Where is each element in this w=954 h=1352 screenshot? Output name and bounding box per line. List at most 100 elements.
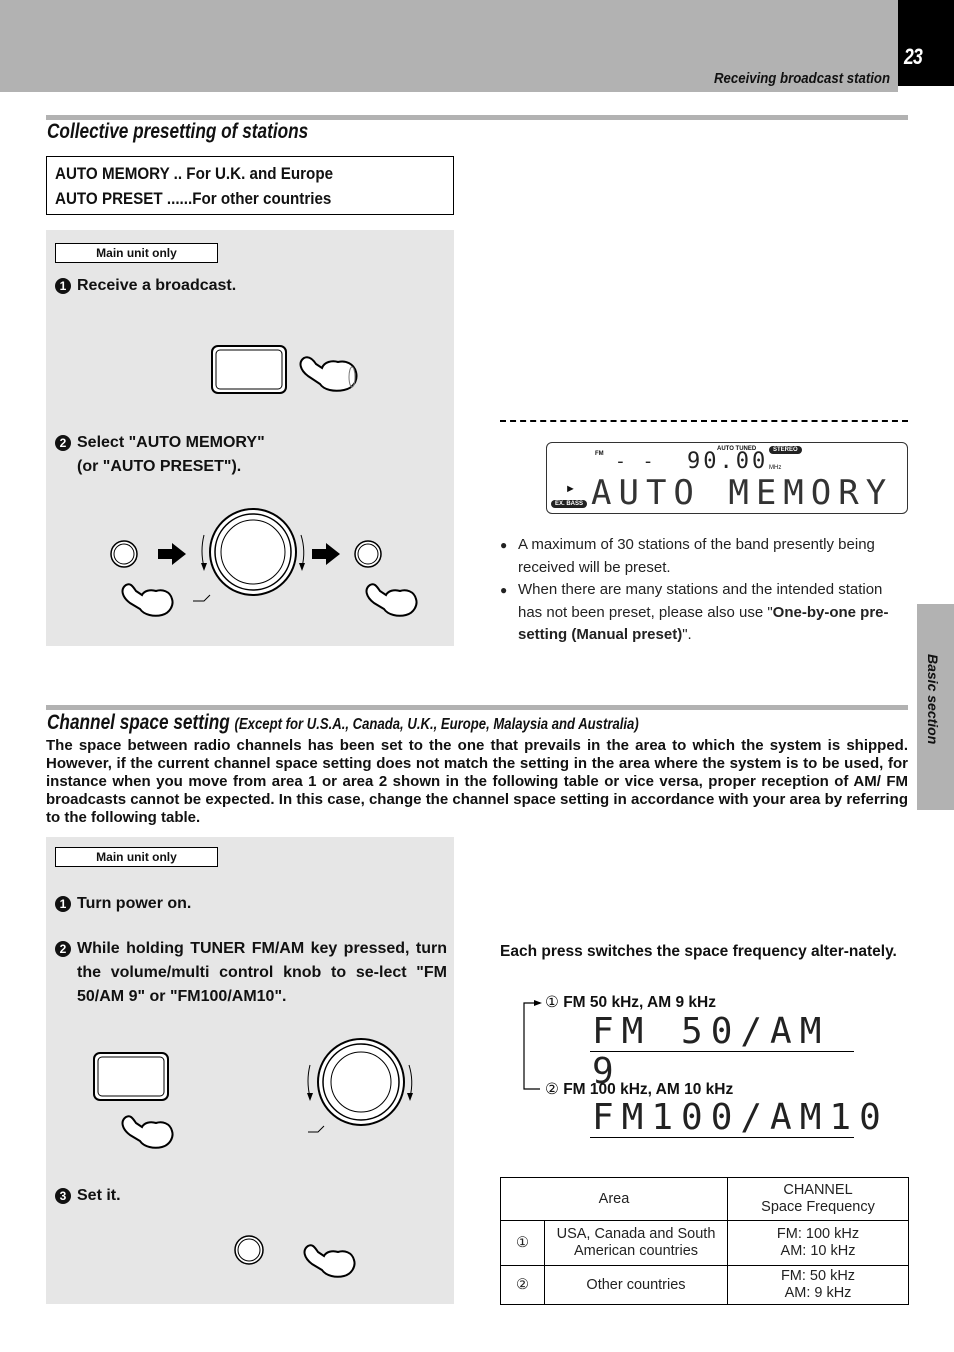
leader-line — [308, 1125, 325, 1133]
option-text: FM 50 kHz, AM 9 kHz — [563, 994, 716, 1011]
channel-subtitle: (Except for U.S.A., Canada, U.K., Europe… — [234, 716, 639, 733]
note-text: A maximum of 30 stations of the band pre… — [518, 536, 875, 576]
row-area-line2: American countries — [573, 1243, 699, 1259]
mode-name: AUTO MEMORY — [55, 165, 170, 183]
arrow-right-icon — [158, 543, 186, 565]
row-area: Other countries — [544, 1265, 728, 1305]
set-button-illustration — [234, 1235, 356, 1278]
channel-space-table: Area CHANNEL Space Frequency ① USA, Cana… — [500, 1177, 909, 1305]
memory-button — [234, 1235, 264, 1265]
table-row: ② Other countries FM: 50 kHz AM: 9 kHz — [500, 1265, 909, 1305]
mode-name: AUTO PRESET — [55, 190, 163, 208]
mode-row-auto-memory: AUTO MEMORY .. For U.K. and Europe — [55, 162, 414, 187]
tuner-button-illustration — [211, 345, 358, 394]
step-text: Turn power on. — [77, 895, 192, 912]
lcd-preset: - - — [615, 451, 657, 472]
section-rule — [46, 705, 908, 710]
step-number-icon: 2 — [55, 435, 71, 451]
step-number-icon: 2 — [55, 941, 71, 957]
option-1-display: FM 50/AM 9 — [590, 1012, 854, 1092]
mode-sep: .. — [169, 165, 187, 183]
page-number: 23 — [904, 44, 923, 69]
row-marker: ② — [500, 1265, 545, 1305]
step-2: 2 While holding TUNER FM/AM key pressed,… — [55, 937, 447, 1009]
lcd-unit: MHz — [769, 465, 782, 471]
tuner-knob-illustration — [93, 1038, 413, 1149]
leader-line — [193, 594, 211, 602]
pointing-hand-icon — [121, 583, 174, 617]
step-text: Receive a broadcast. — [77, 277, 237, 294]
option-1-label: ① FM 50 kHz, AM 9 kHz — [545, 993, 716, 1012]
option-2-display: FM100/AM10 — [590, 1097, 889, 1138]
step-number-icon: 3 — [55, 1188, 71, 1204]
bullet-icon: ● — [500, 538, 508, 552]
tuner-button — [211, 345, 287, 394]
mode-desc: For U.K. and Europe — [186, 165, 334, 183]
option-marker: ② — [545, 1081, 559, 1098]
section-title-channel: Channel space setting (Except for U.S.A.… — [47, 711, 639, 735]
tuner-fm-am-button — [93, 1052, 169, 1101]
arrow-right-icon — [312, 543, 340, 565]
select-sequence-illustration — [110, 508, 418, 617]
step-1: 1 Turn power on. — [55, 892, 191, 916]
page-number-box — [898, 0, 954, 86]
bullet-icon: ● — [500, 583, 508, 597]
step-number-icon: 1 — [55, 278, 71, 294]
play-indicator-icon: ► — [565, 483, 576, 495]
pointing-hand-icon — [365, 583, 418, 617]
header-frequency-line1: CHANNEL — [783, 1182, 853, 1198]
note-text-tail: ". — [682, 626, 692, 643]
step-text-line1: Select "AUTO MEMORY" — [77, 434, 265, 451]
table-header-row: Area CHANNEL Space Frequency — [500, 1177, 909, 1221]
channel-intro: The space between radio channels has bee… — [46, 737, 908, 826]
section-title-collective: Collective presetting of stations — [47, 120, 309, 143]
step-text-line2: (or "AUTO PRESET"). — [77, 458, 242, 475]
row-frequency: FM: 100 kHz AM: 10 kHz — [727, 1220, 909, 1266]
header-frequency-line2: Space Frequency — [761, 1199, 875, 1215]
step-text: Set it. — [77, 1187, 121, 1204]
multi-control-knob — [209, 508, 297, 596]
option-marker: ① — [545, 994, 559, 1011]
option-text: FM 100 kHz, AM 10 kHz — [563, 1081, 734, 1098]
row-fm: FM: 100 kHz — [776, 1226, 860, 1242]
mode-box: AUTO MEMORY .. For U.K. and Europe AUTO … — [46, 156, 454, 215]
row-area-line1: USA, Canada and South — [556, 1226, 716, 1242]
side-tab-label: Basic section — [925, 654, 941, 745]
step-1: 1 Receive a broadcast. — [55, 274, 236, 298]
lcd-frequency: 90.00 — [687, 449, 769, 474]
volume-multi-control-knob — [317, 1038, 405, 1126]
main-unit-only-badge: Main unit only — [55, 243, 218, 263]
main-unit-only-badge: Main unit only — [55, 847, 218, 867]
mode-row-auto-preset: AUTO PRESET ......For other countries — [55, 187, 414, 212]
step-3: 3 Set it. — [55, 1184, 121, 1208]
lcd-stereo-indicator: STEREO — [769, 446, 802, 454]
lcd-ex-bass-indicator: EX. BASS — [551, 500, 588, 508]
note-item: ● A maximum of 30 stations of the band p… — [500, 534, 910, 579]
side-tab: Basic section — [917, 604, 954, 810]
note-text: When there are many stations and the int… — [518, 579, 910, 647]
pointing-hand-icon — [303, 1244, 356, 1278]
pointing-hand-icon — [121, 1115, 174, 1149]
header-frequency: CHANNEL Space Frequency — [727, 1177, 909, 1221]
header-area: Area — [500, 1177, 728, 1221]
mode-desc: For other countries — [192, 190, 332, 208]
step-text: While holding TUNER FM/AM key pressed, t… — [77, 940, 447, 1005]
memory-button — [110, 540, 138, 568]
table-row: ① USA, Canada and South American countri… — [500, 1220, 909, 1266]
lcd-display: FM - - AUTO TUNED STEREO 90.00 MHz ► EX.… — [546, 442, 908, 514]
mode-sep: ...... — [162, 190, 193, 208]
memory-button — [354, 540, 382, 568]
lcd-main-text: AUTO MEMORY — [591, 473, 894, 513]
notes-list: ● A maximum of 30 stations of the band p… — [500, 534, 910, 647]
note-item: ● When there are many stations and the i… — [500, 579, 910, 647]
step-number-icon: 1 — [55, 896, 71, 912]
pointing-hand-icon — [299, 356, 358, 392]
channel-title: Channel space setting — [47, 711, 230, 734]
running-head: Receiving broadcast station — [713, 70, 890, 87]
row-marker: ① — [500, 1220, 545, 1266]
row-am: AM: 9 kHz — [784, 1285, 852, 1301]
row-frequency: FM: 50 kHz AM: 9 kHz — [727, 1265, 909, 1305]
divider-dashed — [500, 420, 908, 422]
row-am: AM: 10 kHz — [780, 1243, 856, 1259]
row-area: USA, Canada and South American countries — [544, 1220, 728, 1266]
